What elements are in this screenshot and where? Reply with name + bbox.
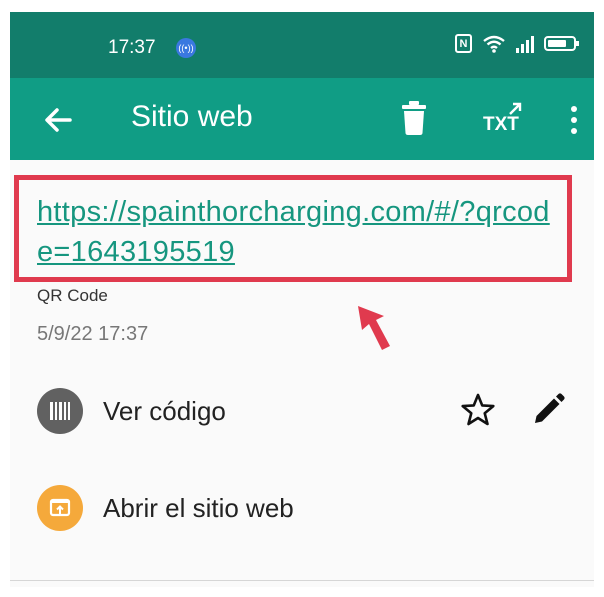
view-code-label: Ver código <box>103 396 226 426</box>
divider <box>10 580 594 581</box>
export-txt-button[interactable]: TXT <box>483 102 523 138</box>
url-link[interactable]: https://spainthorcharging.com/#/?qrcode=… <box>37 192 557 272</box>
view-code-row[interactable]: Ver código <box>10 376 594 446</box>
wifi-icon <box>483 35 505 53</box>
star-outline-icon[interactable] <box>460 392 496 428</box>
barcode-icon <box>37 388 83 434</box>
scan-date-label: 5/9/22 17:37 <box>37 323 149 345</box>
status-icons: N <box>455 34 579 53</box>
broadcast-icon: ((•)) <box>176 38 196 58</box>
arrow-left-icon[interactable] <box>40 102 76 138</box>
code-type-label: QR Code <box>37 286 108 305</box>
trash-icon[interactable] <box>400 100 428 136</box>
export-txt-label: TXT <box>483 114 519 135</box>
battery-icon <box>544 36 579 51</box>
pointer-arrow-icon <box>358 306 390 350</box>
status-bar: 17:37 ((•)) N <box>10 12 594 78</box>
status-time: 17:37 <box>108 37 156 58</box>
open-in-browser-icon <box>37 485 83 531</box>
nfc-icon: N <box>455 34 472 53</box>
open-website-row[interactable]: Abrir el sitio web <box>10 473 594 543</box>
open-website-label: Abrir el sitio web <box>103 493 294 523</box>
signal-icon <box>516 35 534 53</box>
export-arrow-icon <box>509 102 522 115</box>
phone-screen: 17:37 ((•)) N Sitio web TXT https://spai… <box>10 12 594 587</box>
page-title: Sitio web <box>131 100 253 133</box>
more-vert-icon[interactable] <box>570 106 578 134</box>
app-bar: Sitio web TXT <box>10 78 594 160</box>
pencil-icon[interactable] <box>530 392 566 428</box>
